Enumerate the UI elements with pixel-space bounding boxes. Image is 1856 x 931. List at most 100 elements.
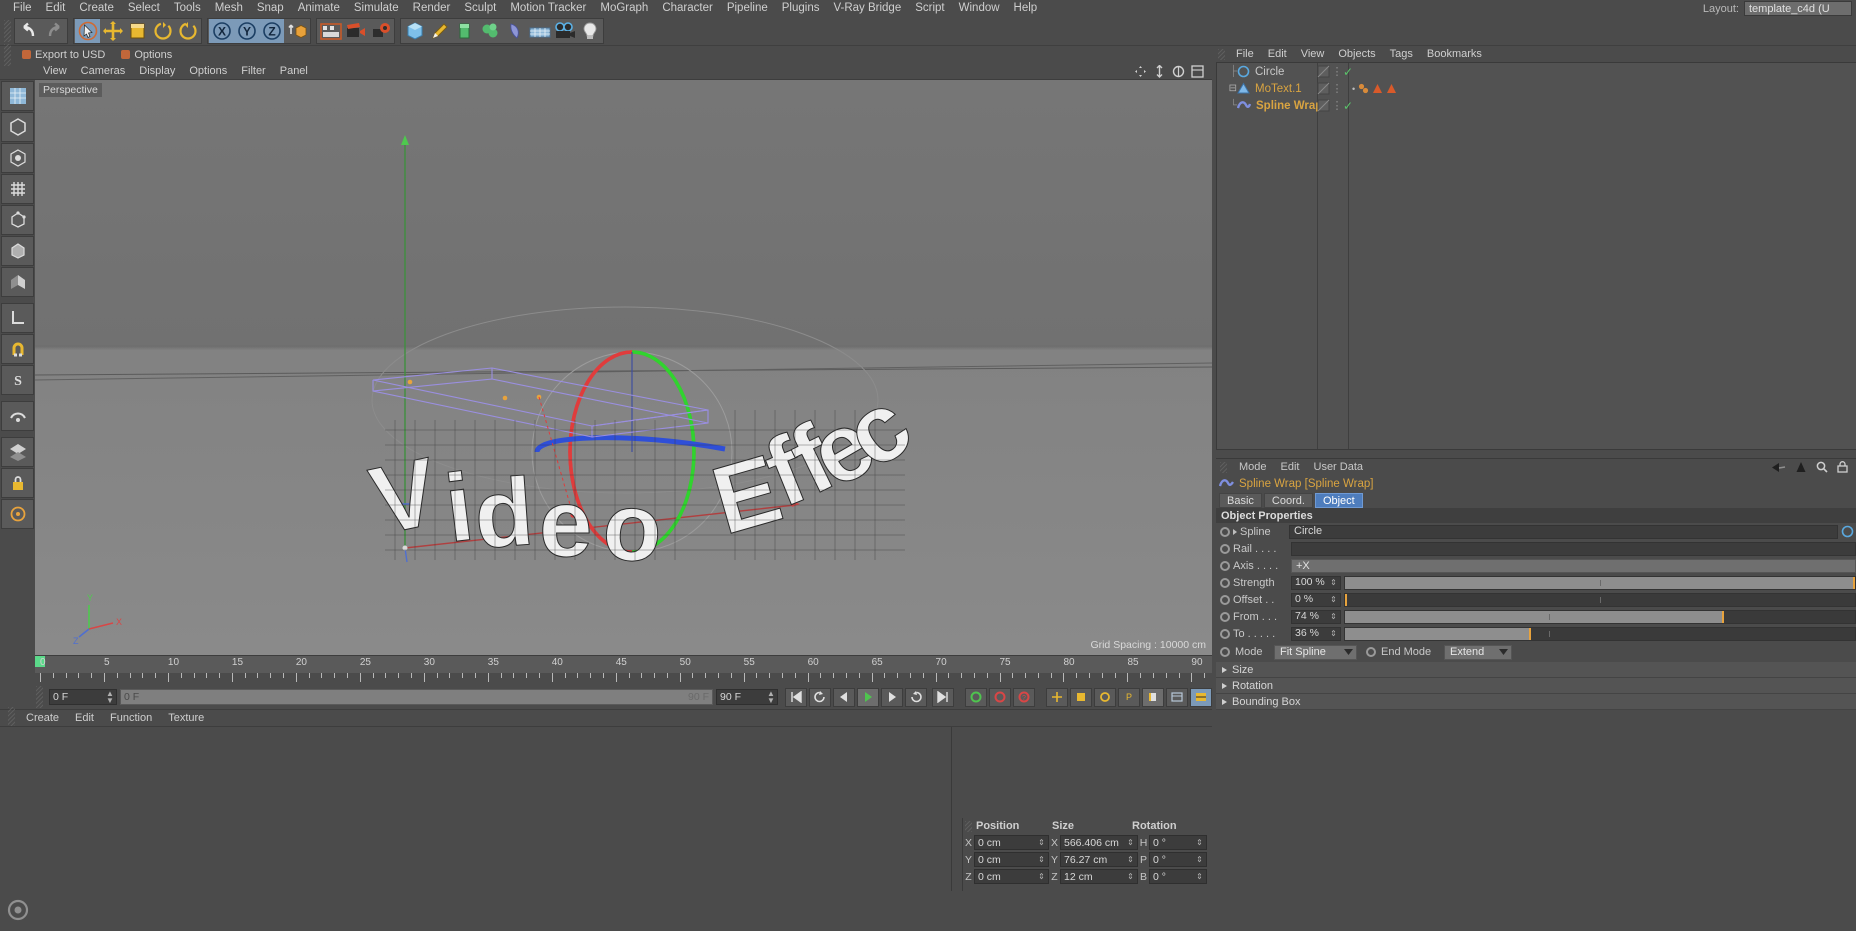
end-mode-anim-dot-icon[interactable]: [1366, 647, 1376, 657]
rotate-tool[interactable]: [150, 19, 175, 43]
render-region-button[interactable]: [343, 19, 368, 43]
floor-scene-button[interactable]: [527, 19, 552, 43]
offset-number-field[interactable]: 0 % ⇕: [1291, 592, 1341, 607]
go-to-start-button[interactable]: [785, 687, 807, 707]
timeline-grip[interactable]: [36, 686, 43, 708]
rotation-key-button[interactable]: [1094, 687, 1116, 707]
spline-pen-button[interactable]: [427, 19, 452, 43]
tab-basic[interactable]: Basic: [1219, 492, 1262, 508]
current-frame-spinner[interactable]: ▲ ▼: [106, 690, 114, 705]
tool-rail-axis-lock[interactable]: [1, 303, 34, 333]
offset-slider[interactable]: [1344, 592, 1856, 607]
om-menu-edit[interactable]: Edit: [1261, 48, 1294, 60]
menu-item-select[interactable]: Select: [121, 0, 167, 17]
position-key-button[interactable]: [1046, 687, 1068, 707]
tool-rail-workplane[interactable]: [1, 401, 34, 431]
options-button[interactable]: Options: [113, 47, 180, 62]
scale-key-button[interactable]: [1070, 687, 1092, 707]
rotation-h-spinner[interactable]: ⇕: [1196, 839, 1203, 847]
axis-anim-dot-icon[interactable]: [1220, 560, 1230, 571]
tool-rail-polygons-mode[interactable]: [1, 236, 34, 266]
from-number-field[interactable]: 74 % ⇕: [1291, 609, 1341, 624]
material-menu-create[interactable]: Create: [18, 712, 67, 724]
tool-rail-texture-mode[interactable]: [1, 143, 34, 173]
to-anim-dot-icon[interactable]: [1220, 628, 1230, 639]
rotation-b-field[interactable]: 0 ° ⇕: [1149, 869, 1207, 884]
position-y-spinner[interactable]: ⇕: [1038, 856, 1045, 864]
visibility-dots-icon[interactable]: [1317, 99, 1331, 112]
to-slider[interactable]: [1344, 626, 1856, 641]
offset-anim-dot-icon[interactable]: [1220, 594, 1230, 605]
pan-view-icon[interactable]: [1134, 65, 1147, 78]
from-spinner[interactable]: ⇕: [1330, 613, 1337, 621]
record-active-objects-button[interactable]: [965, 687, 987, 707]
render-view-button[interactable]: [318, 19, 343, 43]
move-tool[interactable]: [100, 19, 125, 43]
tool-rail-edges-mode[interactable]: [1, 205, 34, 235]
visibility-toggle[interactable]: ⋮: [1331, 82, 1343, 95]
am-menu-edit[interactable]: Edit: [1274, 461, 1307, 473]
lock-y-axis-button[interactable]: Y: [234, 19, 259, 43]
om-menu-view[interactable]: View: [1294, 48, 1332, 60]
lock-x-axis-button[interactable]: X: [209, 19, 234, 43]
light-button[interactable]: [577, 19, 602, 43]
redo-button[interactable]: [41, 19, 66, 43]
status-gear-icon[interactable]: [5, 897, 31, 923]
object-manager-grip[interactable]: [1218, 48, 1225, 60]
size-y-spinner[interactable]: ⇕: [1127, 856, 1134, 864]
deformer-tag-icon[interactable]: [1372, 83, 1383, 94]
back-arrow-icon[interactable]: [1771, 462, 1786, 473]
menu-item-create[interactable]: Create: [72, 0, 121, 17]
tree-expander-motext[interactable]: ⊟: [1217, 83, 1237, 94]
tool-rail-points-mode[interactable]: [1, 174, 34, 204]
menu-item-simulate[interactable]: Simulate: [347, 0, 406, 17]
object-row-motext[interactable]: ⊟ MoText.1 ⋮ •: [1217, 80, 1856, 97]
tool-rail-model-mode[interactable]: [1, 112, 34, 142]
menu-item-file[interactable]: File: [6, 0, 39, 17]
world-object-coord-button[interactable]: [284, 19, 309, 43]
lock-z-axis-button[interactable]: Z: [259, 19, 284, 43]
strength-anim-dot-icon[interactable]: [1220, 577, 1230, 588]
spline-link-field[interactable]: Circle: [1289, 524, 1838, 539]
to-spinner[interactable]: ⇕: [1330, 630, 1337, 638]
om-menu-file[interactable]: File: [1229, 48, 1261, 60]
position-x-spinner[interactable]: ⇕: [1038, 839, 1045, 847]
material-menu-edit[interactable]: Edit: [67, 712, 102, 724]
go-to-end-button[interactable]: [932, 687, 954, 707]
strength-slider-knob[interactable]: [1853, 576, 1855, 589]
menu-item-character[interactable]: Character: [655, 0, 720, 17]
secondary-toolbar-grip[interactable]: [4, 43, 11, 66]
tab-object[interactable]: Object: [1314, 492, 1363, 508]
visibility-toggle[interactable]: ⋮: [1331, 99, 1343, 112]
rail-link-field[interactable]: [1291, 541, 1856, 556]
pla-key-button[interactable]: [1142, 687, 1164, 707]
fold-bounding-box[interactable]: Bounding Box: [1216, 694, 1856, 710]
strength-spinner[interactable]: ⇕: [1330, 579, 1337, 587]
object-row-spline-wrap[interactable]: └ Spline Wrap ⋮ ✓: [1217, 97, 1856, 114]
search-icon[interactable]: [1816, 461, 1828, 473]
to-number-field[interactable]: 36 % ⇕: [1291, 626, 1341, 641]
to-slider-knob[interactable]: [1528, 627, 1531, 640]
export-to-usd-button[interactable]: Export to USD: [14, 47, 113, 62]
f-curve-button[interactable]: [1190, 687, 1212, 707]
visibility-toggle[interactable]: ⋮: [1331, 65, 1343, 78]
menu-item-script[interactable]: Script: [908, 0, 951, 17]
viewport-menu-filter[interactable]: Filter: [234, 65, 272, 77]
position-z-field[interactable]: 0 cm ⇕: [974, 869, 1049, 884]
rotate-alt-tool[interactable]: [175, 19, 200, 43]
layout-value[interactable]: template_c4d (U: [1744, 1, 1852, 16]
menu-item-mesh[interactable]: Mesh: [208, 0, 250, 17]
rotation-p-spinner[interactable]: ⇕: [1196, 856, 1203, 864]
material-manager[interactable]: Position Size Rotation X 0 cm ⇕ X 566.406…: [0, 726, 1212, 891]
layout-selector[interactable]: Layout: template_c4d (U: [1703, 1, 1852, 16]
keyframe-selection-button[interactable]: ?: [1013, 687, 1035, 707]
autokeying-button[interactable]: [989, 687, 1011, 707]
menu-item-mograph[interactable]: MoGraph: [593, 0, 655, 17]
viewport-menu-options[interactable]: Options: [182, 65, 234, 77]
rotation-b-spinner[interactable]: ⇕: [1196, 873, 1203, 881]
tab-coord[interactable]: Coord.: [1263, 492, 1313, 508]
menu-item-pipeline[interactable]: Pipeline: [720, 0, 775, 17]
menu-item-edit[interactable]: Edit: [39, 0, 73, 17]
strength-slider[interactable]: [1344, 575, 1856, 590]
spline-anim-dot-icon[interactable]: [1220, 526, 1230, 537]
